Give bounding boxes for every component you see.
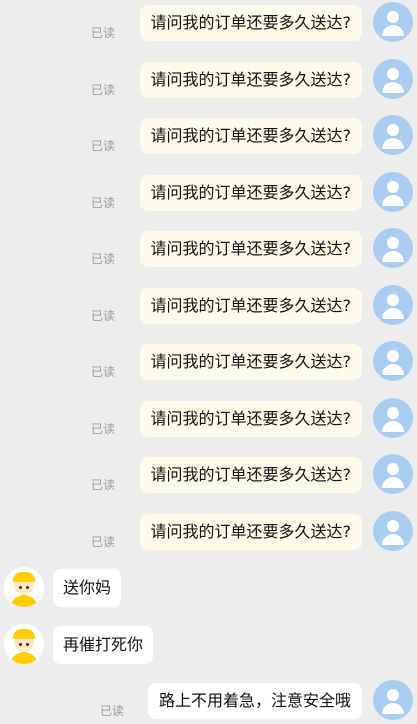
- rider-avatar-icon[interactable]: [4, 567, 44, 607]
- message-row-incoming: 再催打死你: [0, 624, 417, 668]
- message-row-outgoing: 已读 请问我的订单还要多久送达?: [0, 228, 417, 272]
- read-status: 已读: [90, 309, 115, 323]
- message-bubble[interactable]: 再催打死你: [53, 626, 154, 664]
- user-avatar-icon[interactable]: [373, 59, 413, 99]
- message-row-outgoing: 已读 请问我的订单还要多久送达?: [0, 398, 417, 442]
- message-bubble[interactable]: 请问我的订单还要多久送达?: [139, 344, 362, 380]
- user-avatar-icon[interactable]: [373, 115, 413, 155]
- read-status: 已读: [90, 83, 115, 97]
- message-bubble[interactable]: 请问我的订单还要多久送达?: [139, 288, 362, 324]
- user-avatar-icon[interactable]: [373, 341, 413, 381]
- message-bubble[interactable]: 请问我的订单还要多久送达?: [139, 118, 362, 154]
- rider-avatar-icon[interactable]: [4, 624, 44, 664]
- chat-thread: 已读 请问我的订单还要多久送达? 已读 请问我的订单还要多久送达? 已读 请问我…: [0, 0, 417, 723]
- message-bubble[interactable]: 送你妈: [53, 569, 122, 607]
- message-bubble[interactable]: 请问我的订单还要多久送达?: [139, 62, 362, 98]
- read-status: 已读: [90, 26, 115, 40]
- read-status: 已读: [90, 252, 115, 266]
- message-bubble[interactable]: 请问我的订单还要多久送达?: [139, 5, 362, 41]
- user-avatar-icon[interactable]: [373, 285, 413, 325]
- message-bubble[interactable]: 请问我的订单还要多久送达?: [139, 175, 362, 211]
- read-status: 已读: [90, 365, 115, 379]
- message-row-outgoing: 已读 请问我的订单还要多久送达?: [0, 59, 417, 103]
- user-avatar-icon[interactable]: [373, 228, 413, 268]
- message-bubble[interactable]: 请问我的订单还要多久送达?: [139, 231, 362, 267]
- read-status: 已读: [90, 478, 115, 492]
- message-bubble[interactable]: 请问我的订单还要多久送达?: [139, 457, 362, 493]
- message-row-outgoing: 已读 请问我的订单还要多久送达?: [0, 2, 417, 46]
- message-bubble[interactable]: 请问我的订单还要多久送达?: [139, 401, 362, 437]
- read-status: 已读: [99, 704, 124, 718]
- read-status: 已读: [90, 535, 115, 549]
- message-row-outgoing: 已读 请问我的订单还要多久送达?: [0, 285, 417, 329]
- read-status: 已读: [90, 139, 115, 153]
- user-avatar-icon[interactable]: [373, 680, 413, 720]
- message-row-outgoing: 已读 请问我的订单还要多久送达?: [0, 511, 417, 555]
- message-bubble[interactable]: 请问我的订单还要多久送达?: [139, 514, 362, 550]
- message-row-outgoing: 已读 请问我的订单还要多久送达?: [0, 454, 417, 498]
- message-row-outgoing: 已读 请问我的订单还要多久送达?: [0, 172, 417, 216]
- user-avatar-icon[interactable]: [373, 511, 413, 551]
- read-status: 已读: [90, 422, 115, 436]
- user-avatar-icon[interactable]: [373, 398, 413, 438]
- message-row-incoming: 送你妈: [0, 567, 417, 611]
- message-row-outgoing: 已读 路上不用着急，注意安全哦: [0, 680, 417, 724]
- message-row-outgoing: 已读 请问我的订单还要多久送达?: [0, 341, 417, 385]
- user-avatar-icon[interactable]: [373, 2, 413, 42]
- message-row-outgoing: 已读 请问我的订单还要多久送达?: [0, 115, 417, 159]
- user-avatar-icon[interactable]: [373, 454, 413, 494]
- user-avatar-icon[interactable]: [373, 172, 413, 212]
- read-status: 已读: [90, 196, 115, 210]
- message-bubble[interactable]: 路上不用着急，注意安全哦: [147, 683, 362, 719]
